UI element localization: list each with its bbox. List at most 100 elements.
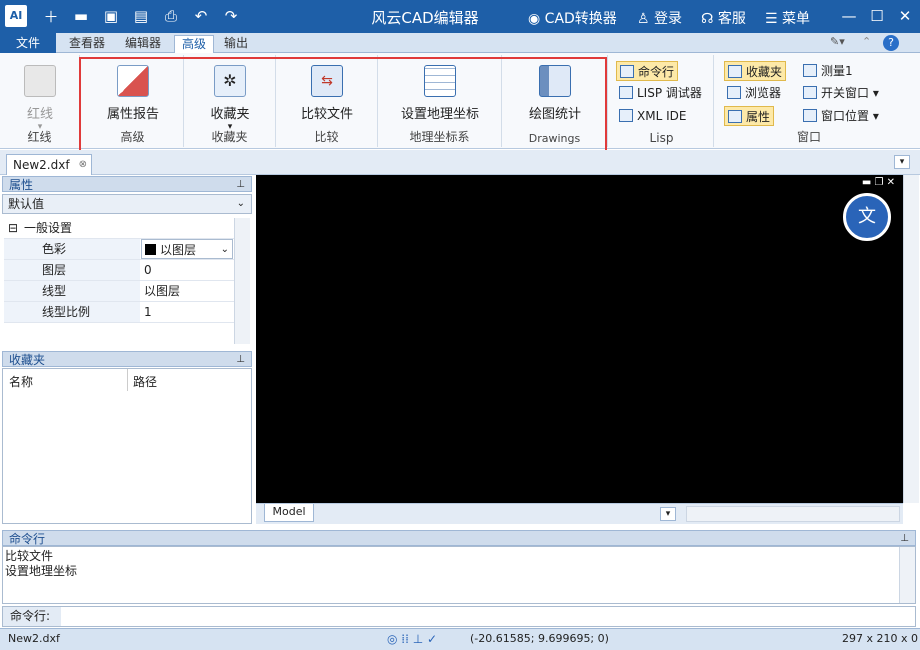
property-value[interactable]: 以图层	[141, 281, 233, 301]
app-logo: AI	[5, 5, 27, 27]
favorites-list: 名称 路径	[2, 368, 252, 524]
property-value[interactable]: 1	[141, 302, 233, 322]
property-grid: ⊟ 一般设置 色彩 以图层 ⌄ 图层 0 线型 以图层 线型比例 1	[4, 218, 250, 323]
drawing-canvas[interactable]: ▬ ❐ ✕ 文	[256, 175, 903, 503]
help-icon[interactable]: ?	[883, 35, 899, 51]
snap-toggle-icons[interactable]: ◎ ⁞⁞ ⊥ ✓	[387, 629, 437, 649]
print-icon[interactable]: ⎙	[160, 5, 182, 27]
pin-icon[interactable]: ⊥	[900, 531, 909, 547]
tab-viewer[interactable]: 查看器	[62, 35, 112, 53]
undo-icon[interactable]: ↶	[190, 5, 212, 27]
lisp-debugger-button[interactable]: LISP 调试器	[616, 83, 705, 103]
property-row[interactable]: 图层 0	[4, 260, 250, 281]
login-button[interactable]: ♙ 登录	[637, 8, 682, 28]
command-scrollbar[interactable]	[899, 547, 915, 603]
collapse-ribbon-icon[interactable]: ⌃	[862, 35, 871, 48]
properties-label: 属性	[746, 110, 771, 124]
browser-icon	[727, 86, 741, 99]
translate-icon[interactable]: 文	[843, 193, 891, 241]
property-row[interactable]: 线型比例 1	[4, 302, 250, 323]
canvas-window-controls[interactable]: ▬ ❐ ✕	[862, 177, 895, 188]
group-window: 收藏夹 浏览器 属性 测量1 开关窗口 ▾ 窗口位置 ▾ 窗口	[716, 55, 902, 147]
ribbon-options-icon[interactable]: ✎▾	[830, 35, 845, 48]
property-name: 图层	[4, 260, 140, 280]
close-tab-icon[interactable]: ⊗	[79, 155, 87, 175]
service-button[interactable]: ☊ 客服	[701, 8, 746, 28]
window-position-button[interactable]: 窗口位置 ▾	[800, 106, 882, 126]
property-row[interactable]: 线型 以图层	[4, 281, 250, 302]
command-line-icon	[620, 65, 634, 78]
properties-icon	[728, 110, 742, 123]
layout-list-icon[interactable]: ▾	[660, 507, 676, 521]
converter-icon: ◉	[528, 11, 545, 27]
color-dropdown[interactable]: 以图层 ⌄	[141, 239, 233, 259]
new-file-icon[interactable]: ＋	[40, 5, 62, 27]
browser-label: 浏览器	[745, 86, 782, 100]
tab-editor[interactable]: 编辑器	[118, 35, 168, 53]
history-line: 比较文件	[5, 549, 54, 563]
tab-file[interactable]: 文件	[0, 33, 56, 53]
property-value[interactable]: 0	[141, 260, 233, 280]
menu-button[interactable]: ☰ 菜单	[765, 8, 810, 28]
command-panel-title: 命令行	[9, 532, 46, 546]
color-swatch	[145, 244, 156, 255]
window-title: 风云CAD编辑器	[371, 9, 479, 27]
property-row[interactable]: 色彩 以图层 ⌄	[4, 239, 250, 260]
browser-toggle[interactable]: 浏览器	[724, 83, 784, 103]
open-folder-icon[interactable]: ▬	[70, 5, 92, 27]
command-line-toggle[interactable]: 命令行	[616, 61, 679, 81]
collapse-icon[interactable]: ⊟	[8, 218, 18, 238]
close-icon[interactable]: ✕	[894, 5, 916, 27]
xml-ide-label: XML IDE	[637, 109, 687, 123]
group-label: Lisp	[649, 131, 674, 145]
canvas-horizontal-scrollbar[interactable]	[686, 506, 900, 522]
canvas-bottom-bar: Model ▾	[256, 503, 903, 524]
chevron-down-icon: ⌄	[236, 198, 245, 209]
title-bar: AI ＋ ▬ ▣ ▤ ⎙ ↶ ↷ 风云CAD编辑器 ◉ CAD转换器 ♙ 登录 …	[0, 0, 920, 33]
column-header-name[interactable]: 名称	[9, 373, 33, 390]
tab-list-icon[interactable]: ▾	[894, 155, 910, 169]
property-name: 线型比例	[4, 302, 140, 322]
maximize-icon[interactable]: ☐	[866, 5, 888, 27]
save-icon[interactable]: ▣	[100, 5, 122, 27]
ruler-icon	[803, 64, 817, 77]
measure-label: 测量1	[821, 64, 853, 78]
menu-label: 菜单	[782, 11, 811, 27]
save-pdf-icon[interactable]: ▤	[130, 5, 152, 27]
section-title: 一般设置	[24, 221, 73, 235]
status-bar: New2.dxf ◎ ⁞⁞ ⊥ ✓ (-20.61585; 9.699695; …	[0, 628, 920, 650]
column-header-path[interactable]: 路径	[133, 373, 157, 390]
document-tab[interactable]: New2.dxf ⊗	[6, 154, 92, 175]
group-label: 红线	[27, 130, 52, 144]
tab-output[interactable]: 输出	[218, 35, 254, 53]
xml-ide-button[interactable]: XML IDE	[616, 106, 689, 126]
favorites-toggle-label: 收藏夹	[746, 65, 783, 79]
redline-button[interactable]: 红线 ▾	[10, 63, 70, 132]
favorites-toggle[interactable]: 收藏夹	[724, 61, 787, 81]
switch-window-label: 开关窗口	[821, 86, 870, 100]
pin-icon[interactable]: ⊥	[236, 177, 245, 193]
command-line-label: 命令行	[638, 65, 675, 79]
measure-button[interactable]: 测量1	[800, 61, 856, 81]
property-selector[interactable]: 默认值 ⌄	[2, 194, 252, 214]
tab-advanced[interactable]: 高级	[174, 35, 214, 53]
group-label: 窗口	[796, 130, 821, 144]
command-history-text: 比较文件 设置地理坐标	[5, 549, 77, 579]
group-lisp: 命令行 LISP 调试器 XML IDE Lisp	[610, 55, 714, 147]
lisp-debugger-label: LISP 调试器	[637, 86, 702, 100]
history-line: 设置地理坐标	[5, 564, 78, 578]
document-tab-label: New2.dxf	[13, 158, 70, 172]
section-row[interactable]: ⊟ 一般设置	[4, 218, 250, 239]
pin-icon[interactable]: ⊥	[236, 352, 245, 368]
redo-icon[interactable]: ↷	[220, 5, 242, 27]
property-name: 色彩	[4, 239, 140, 259]
ribbon-tab-bar: 文件 查看器 编辑器 高级 输出 ✎▾ ⌃ ?	[0, 33, 920, 53]
minimize-icon[interactable]: —	[838, 5, 860, 27]
model-tab[interactable]: Model	[264, 504, 314, 522]
properties-toggle[interactable]: 属性	[724, 106, 775, 126]
command-input[interactable]	[63, 607, 913, 626]
canvas-vertical-scrollbar[interactable]	[903, 175, 919, 503]
switch-window-button[interactable]: 开关窗口 ▾	[800, 83, 882, 103]
cad-converter-button[interactable]: ◉ CAD转换器	[528, 8, 617, 28]
properties-scrollbar[interactable]	[234, 218, 250, 344]
